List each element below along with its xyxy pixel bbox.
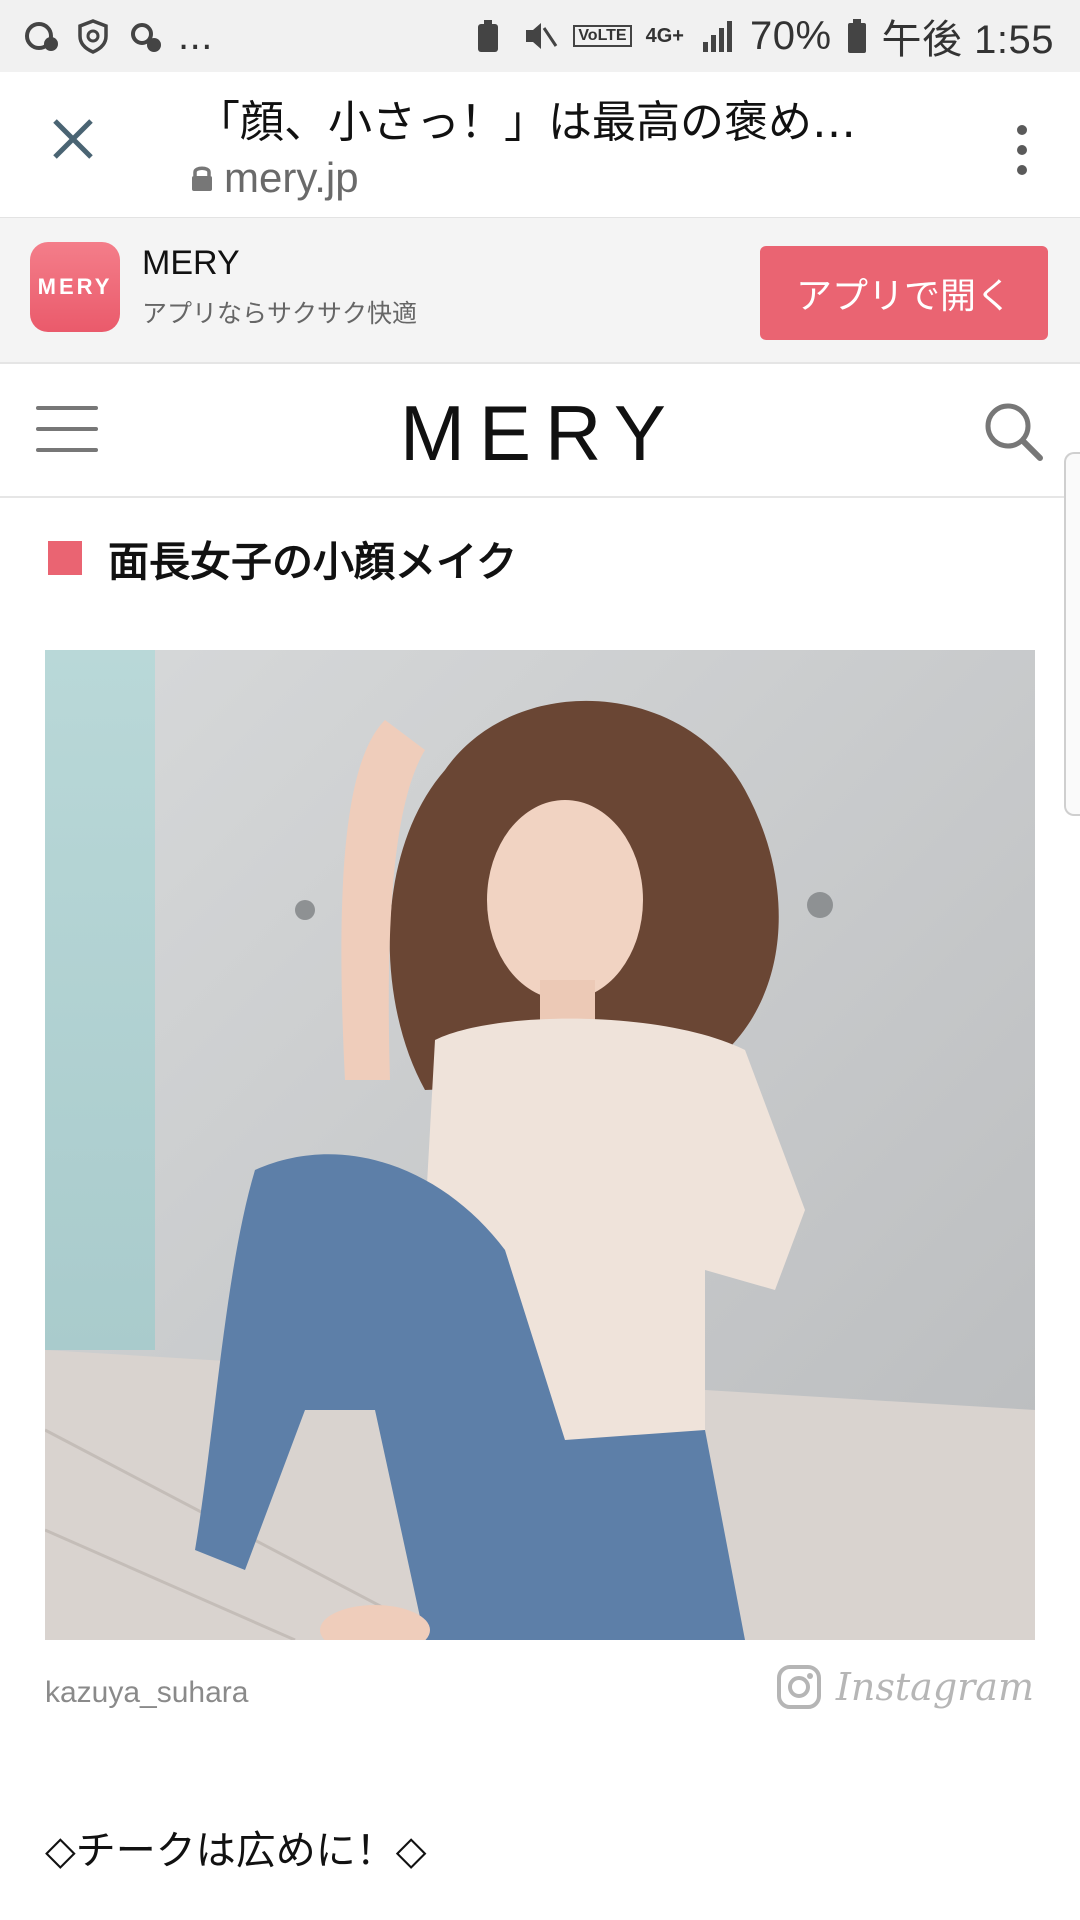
site-header: MERY — [0, 364, 1080, 498]
search-button[interactable] — [982, 400, 1046, 464]
status-bar: ... VoLTE 4G+ 70% 午後 1:55 — [0, 0, 1080, 72]
app-name: MERY — [142, 244, 240, 282]
close-icon — [53, 119, 93, 159]
mute-icon — [521, 17, 559, 55]
section-title: 面長女子の小顔メイク — [108, 538, 518, 586]
custom-tab-toolbar: 「顔、小さっ！」は最高の褒め… mery.jp — [0, 72, 1080, 219]
app-install-banner: MERY MERY アプリならサクサク快適 アプリで開く — [0, 218, 1080, 364]
more-dot-icon — [1017, 125, 1027, 135]
photo-credit[interactable]: kazuya_suhara — [45, 1676, 248, 1710]
mery-app-icon: MERY — [30, 242, 120, 332]
heading-marker-icon — [48, 541, 82, 575]
article-subheading: ◇チークは広めに！◇ — [45, 1828, 427, 1874]
section-heading: 面長女子の小顔メイク — [48, 528, 517, 588]
instagram-icon — [776, 1665, 821, 1709]
battery-icon — [846, 17, 868, 55]
page-title: 「顔、小さっ！」は最高の褒め… — [196, 97, 856, 148]
page-url: mery.jp — [224, 154, 359, 201]
more-dot-icon — [1017, 165, 1027, 175]
battery-percent: 70% — [749, 13, 832, 58]
shield-icon — [74, 17, 112, 55]
scroll-handle[interactable] — [1064, 452, 1080, 816]
settings-alert-icon — [126, 17, 164, 55]
instagram-link[interactable]: Instagram — [776, 1664, 1034, 1710]
more-notifications: ... — [178, 13, 213, 58]
instagram-label: Instagram — [835, 1665, 1034, 1709]
signal-icon — [698, 17, 736, 55]
more-dot-icon — [1017, 145, 1027, 155]
network-type: 4G+ — [645, 24, 684, 47]
more-options-button[interactable] — [1002, 110, 1042, 190]
clock: 午後 1:55 — [881, 18, 1054, 62]
close-tab-button[interactable] — [38, 104, 108, 174]
app-subtitle: アプリならサクサク快適 — [142, 299, 418, 328]
search-icon — [985, 403, 1043, 461]
open-in-app-button[interactable]: アプリで開く — [760, 246, 1048, 340]
recycle-icon — [469, 17, 507, 55]
lock-icon — [192, 166, 212, 191]
url-row[interactable]: mery.jp — [190, 154, 359, 202]
site-logo[interactable]: MERY — [0, 388, 1080, 479]
sync-icon — [22, 17, 60, 55]
article-photo[interactable] — [45, 650, 1035, 1640]
volte-badge: VoLTE — [573, 25, 632, 47]
